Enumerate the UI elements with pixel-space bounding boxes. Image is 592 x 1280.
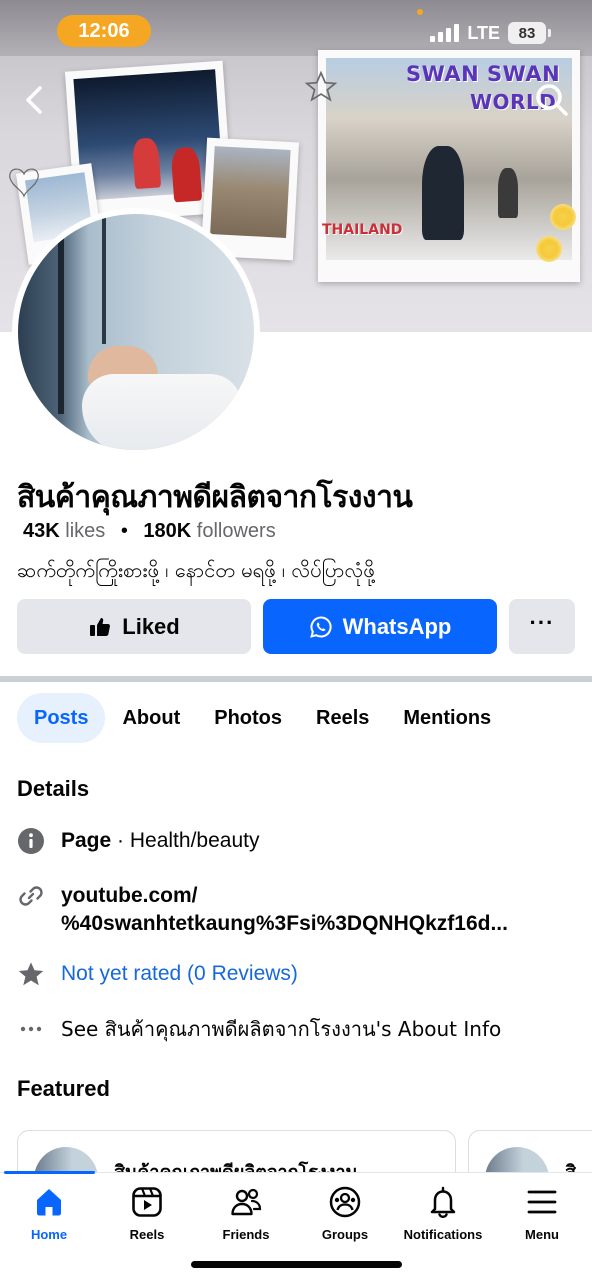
website-url-line2[interactable]: %40swanhtetkaung%3Fsi%3DQNHQkzf16d... bbox=[61, 910, 508, 938]
nav-home-label: Home bbox=[30, 1227, 68, 1242]
cover-star-decoration bbox=[304, 70, 338, 102]
nav-reels-label: Reels bbox=[129, 1227, 165, 1242]
whatsapp-button[interactable]: WhatsApp bbox=[263, 599, 497, 654]
cover-flower-decoration bbox=[550, 204, 576, 230]
cover-location-label: THAILAND bbox=[322, 222, 403, 238]
rating-link[interactable]: Not yet rated (0 Reviews) bbox=[61, 960, 298, 988]
see-about-link[interactable]: See สินค้าคุณภาพดีผลิตจากโรงงาน's About … bbox=[61, 1015, 501, 1043]
info-icon bbox=[17, 827, 45, 855]
reels-icon bbox=[132, 1187, 162, 1217]
groups-icon bbox=[329, 1186, 361, 1218]
privacy-indicator-dot bbox=[417, 9, 423, 15]
status-time-pill: 12:06 bbox=[57, 15, 151, 47]
section-divider bbox=[0, 676, 592, 682]
search-icon[interactable] bbox=[532, 80, 572, 120]
page-category: · Health/beauty bbox=[111, 829, 260, 852]
menu-icon bbox=[527, 1190, 557, 1214]
page-type-label: Page bbox=[61, 829, 112, 852]
nav-menu[interactable]: Menu bbox=[493, 1185, 591, 1242]
featured-heading: Featured bbox=[17, 1076, 110, 1101]
nav-home[interactable]: Home bbox=[0, 1185, 98, 1242]
cover-heart-decoration bbox=[9, 168, 39, 198]
cover-flower-decoration bbox=[536, 236, 562, 262]
network-type: LTE bbox=[467, 22, 500, 43]
back-arrow-icon[interactable] bbox=[16, 80, 52, 120]
thumbs-up-icon bbox=[90, 617, 111, 636]
battery-level: 83 bbox=[518, 24, 536, 42]
profile-picture-image bbox=[18, 214, 254, 450]
whatsapp-icon bbox=[309, 615, 332, 638]
nav-friends[interactable]: Friends bbox=[197, 1185, 295, 1242]
more-options-button[interactable]: ··· bbox=[509, 599, 575, 654]
detail-see-about[interactable]: See สินค้าคุณภาพดีผลิตจากโรงงาน's About … bbox=[17, 1015, 501, 1043]
stats-separator: • bbox=[120, 520, 128, 542]
nav-notifications[interactable]: Notifications bbox=[394, 1185, 492, 1242]
more-icon: ··· bbox=[529, 609, 555, 635]
profile-picture[interactable] bbox=[12, 208, 260, 456]
whatsapp-button-label: WhatsApp bbox=[342, 613, 452, 639]
active-tab-indicator bbox=[4, 1171, 95, 1174]
likes-count: 43K bbox=[23, 520, 60, 542]
detail-rating[interactable]: Not yet rated (0 Reviews) bbox=[17, 960, 298, 988]
tab-about[interactable]: About bbox=[105, 693, 197, 743]
star-icon bbox=[17, 960, 45, 988]
tab-posts[interactable]: Posts bbox=[17, 693, 106, 743]
detail-page-category: Page · Health/beauty bbox=[17, 827, 259, 855]
nav-notifications-label: Notifications bbox=[403, 1227, 483, 1242]
nav-groups-label: Groups bbox=[321, 1227, 369, 1242]
page-bio: ဆက်တိုက်ကြိုးစားဖို့ ၊ နောင်တ မရဖို့ ၊ လ… bbox=[17, 558, 375, 582]
battery-icon: 83 bbox=[508, 22, 551, 44]
page-stats: 43K likes • 180K followers bbox=[23, 520, 276, 543]
signal-icon bbox=[430, 24, 460, 42]
profile-tabs: Posts About Photos Reels Mentions bbox=[17, 693, 508, 743]
likes-label[interactable]: likes bbox=[65, 520, 105, 542]
friends-icon bbox=[231, 1188, 262, 1216]
nav-menu-label: Menu bbox=[525, 1227, 559, 1242]
nav-groups[interactable]: Groups bbox=[296, 1185, 394, 1242]
bell-icon bbox=[430, 1186, 456, 1219]
followers-count: 180K bbox=[143, 520, 192, 542]
tab-mentions[interactable]: Mentions bbox=[386, 693, 508, 743]
detail-website-link[interactable]: youtube.com/ %40swanhtetkaung%3Fsi%3DQNH… bbox=[17, 882, 508, 938]
ellipsis-icon bbox=[17, 1015, 45, 1043]
tab-reels[interactable]: Reels bbox=[299, 693, 386, 743]
home-icon bbox=[37, 1189, 61, 1216]
website-url-line1[interactable]: youtube.com/ bbox=[61, 882, 508, 910]
tab-photos[interactable]: Photos bbox=[197, 693, 299, 743]
page-title: สินค้าคุณภาพดีผลิตจากโรงงาน bbox=[17, 480, 413, 515]
nav-friends-label: Friends bbox=[222, 1227, 270, 1242]
followers-label[interactable]: followers bbox=[197, 520, 276, 542]
link-icon bbox=[17, 882, 45, 910]
nav-reels[interactable]: Reels bbox=[98, 1185, 196, 1242]
details-heading: Details bbox=[17, 776, 90, 801]
status-indicators: LTE 83 bbox=[430, 22, 551, 44]
home-indicator-bar[interactable] bbox=[191, 1261, 402, 1268]
liked-button[interactable]: Liked bbox=[17, 599, 251, 654]
liked-button-label: Liked bbox=[122, 613, 180, 639]
